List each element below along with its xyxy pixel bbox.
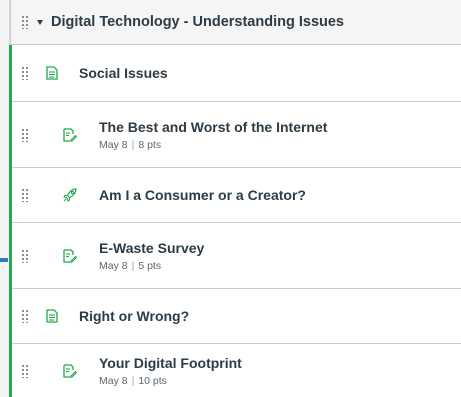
due-date: May 8 (99, 139, 128, 151)
quiz-rocket-icon (63, 188, 77, 202)
module-container: Digital Technology - Understanding Issue… (9, 0, 461, 397)
module-title[interactable]: Digital Technology - Understanding Issue… (51, 14, 344, 30)
page-icon (46, 309, 58, 323)
meta-separator: | (131, 139, 135, 151)
item-text: Your Digital Footprint May 8 | 10 pts (99, 354, 242, 387)
drag-handle-icon[interactable] (21, 15, 29, 29)
module-item-assignment[interactable]: The Best and Worst of the Internet May 8… (9, 102, 461, 168)
due-date: May 8 (99, 260, 128, 272)
assignment-icon (63, 248, 77, 263)
module-item-quiz[interactable]: Am I a Consumer or a Creator? (9, 168, 461, 223)
page-icon (46, 66, 58, 80)
module-header[interactable]: Digital Technology - Understanding Issue… (11, 0, 461, 45)
drag-handle-icon[interactable] (21, 127, 29, 142)
item-text: E-Waste Survey May 8 | 5 pts (99, 239, 204, 272)
due-date: May 8 (99, 375, 128, 387)
drag-handle-icon[interactable] (21, 248, 29, 263)
drag-handle-icon[interactable] (21, 66, 29, 80)
item-title[interactable]: The Best and Worst of the Internet (99, 118, 327, 136)
item-text: Am I a Consumer or a Creator? (99, 186, 306, 204)
course-modules-view: Digital Technology - Understanding Issue… (0, 0, 461, 397)
meta-separator: | (131, 375, 135, 387)
module-item-assignment[interactable]: E-Waste Survey May 8 | 5 pts (9, 223, 461, 289)
caret-down-icon[interactable] (37, 20, 43, 25)
item-meta: May 8 | 5 pts (99, 260, 204, 272)
module-item-subheader[interactable]: Social Issues (9, 45, 461, 102)
item-title[interactable]: Your Digital Footprint (99, 354, 242, 372)
drag-handle-icon[interactable] (21, 188, 29, 202)
assignment-icon (63, 127, 77, 142)
item-meta: May 8 | 8 pts (99, 139, 327, 151)
assignment-icon (63, 363, 77, 378)
item-title[interactable]: Am I a Consumer or a Creator? (99, 186, 306, 204)
item-text: The Best and Worst of the Internet May 8… (99, 118, 327, 151)
points: 5 pts (138, 260, 162, 272)
points: 10 pts (138, 375, 167, 387)
subheader-title[interactable]: Social Issues (79, 65, 168, 81)
module-item-assignment[interactable]: Your Digital Footprint May 8 | 10 pts (9, 344, 461, 397)
item-title[interactable]: E-Waste Survey (99, 239, 204, 257)
subheader-title[interactable]: Right or Wrong? (79, 308, 189, 324)
meta-separator: | (131, 260, 135, 272)
drag-handle-icon[interactable] (21, 309, 29, 323)
left-accent-line (0, 258, 8, 262)
module-item-subheader[interactable]: Right or Wrong? (9, 289, 461, 344)
drag-handle-icon[interactable] (21, 363, 29, 378)
points: 8 pts (138, 139, 162, 151)
item-meta: May 8 | 10 pts (99, 375, 242, 387)
